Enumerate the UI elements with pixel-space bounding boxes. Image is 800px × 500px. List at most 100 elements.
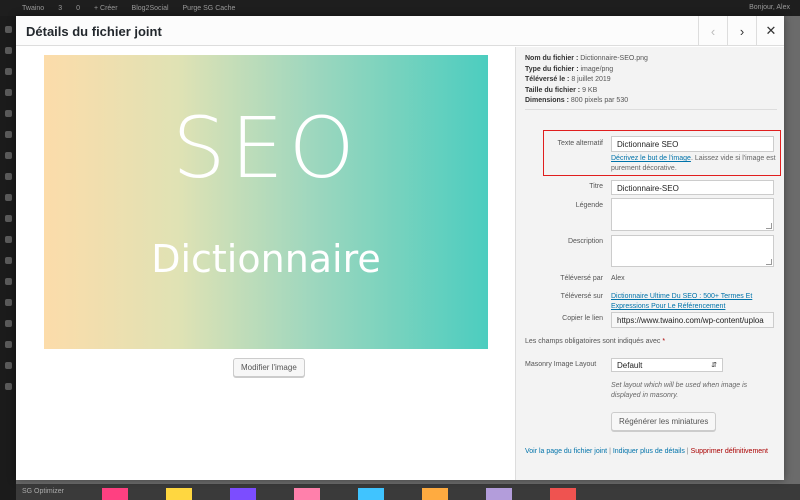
menu-icon[interactable] xyxy=(4,89,12,96)
menu-icon[interactable] xyxy=(4,278,12,285)
alt-text-help: Décrivez le but de l'image. Laissez vide… xyxy=(611,154,776,174)
masonry-help: Set layout which will be used when image… xyxy=(611,382,748,399)
delete-permanently-link[interactable]: Supprimer définitivement xyxy=(691,448,768,455)
media-thumbnail[interactable] xyxy=(229,488,256,500)
menu-icon[interactable] xyxy=(4,110,12,117)
file-details: Nom du fichier : Dictionnaire-SEO.png Ty… xyxy=(525,54,648,107)
uploaded-by-label: Téléversé par xyxy=(560,275,603,282)
file-type-row: Type du fichier : image/png xyxy=(525,65,648,76)
uploaded-date-row: Téléversé le : 8 juillet 2019 xyxy=(525,75,648,86)
file-size-row: Taille du fichier : 9 KB xyxy=(525,86,648,97)
admin-bar: Twaino 3 0 + Créer Blog2Social Purge SG … xyxy=(0,0,800,16)
divider xyxy=(525,109,777,110)
meta-value: image/png xyxy=(580,65,614,73)
modal-header: Détails du fichier joint ‹ › ✕ xyxy=(16,16,784,46)
media-thumbnail[interactable] xyxy=(293,488,320,500)
media-thumbnail[interactable] xyxy=(485,488,512,500)
close-icon: ✕ xyxy=(765,23,777,38)
edit-image-button[interactable]: Modifier l'image xyxy=(233,358,305,377)
attachment-info-sidebar: Nom du fichier : Dictionnaire-SEO.png Ty… xyxy=(515,47,784,480)
admin-bar-comments[interactable]: 0 xyxy=(76,5,80,12)
uploaded-to-container: Dictionnaire Ultime Du SEO : 500+ Termes… xyxy=(611,292,776,312)
uploaded-to-label: Téléversé sur xyxy=(560,293,603,300)
copy-link-label: Copier le lien xyxy=(562,315,603,322)
regenerate-thumbnails-button[interactable]: Régénérer les miniatures xyxy=(611,412,717,431)
description-textarea[interactable] xyxy=(611,235,774,267)
description-label: Description xyxy=(567,238,603,245)
media-thumbnail[interactable] xyxy=(101,488,128,500)
menu-icon[interactable] xyxy=(4,236,12,243)
menu-icon[interactable] xyxy=(4,215,12,222)
menu-icon[interactable] xyxy=(4,173,12,180)
caption-label: Légende xyxy=(575,202,603,209)
uploaded-to-link[interactable]: Dictionnaire Ultime Du SEO : 500+ Termes… xyxy=(611,293,752,310)
meta-value: Dictionnaire-SEO.png xyxy=(580,55,648,62)
image-text-dictionnaire: Dictionnaire xyxy=(151,237,381,281)
menu-icon[interactable] xyxy=(4,26,12,33)
meta-value: 8 juillet 2019 xyxy=(571,76,611,83)
select-arrows-icon: ⇵ xyxy=(711,362,717,369)
image-preview-pane: SEO Dictionnaire Modifier l'image xyxy=(16,47,515,480)
menu-icon[interactable] xyxy=(4,257,12,264)
modal-title: Détails du fichier joint xyxy=(26,24,162,39)
uploaded-by-value: Alex xyxy=(611,275,625,282)
media-grid-strip: SG Optimizer xyxy=(16,484,800,500)
menu-icon[interactable] xyxy=(4,194,12,201)
meta-key: Téléversé le : xyxy=(525,76,570,83)
close-button[interactable]: ✕ xyxy=(756,16,785,46)
title-label: Titre xyxy=(589,183,603,190)
more-details-link[interactable]: Indiquer plus de détails xyxy=(613,448,685,455)
media-thumbnail[interactable] xyxy=(165,488,192,500)
separator: | xyxy=(686,448,689,455)
admin-sidebar xyxy=(0,16,16,500)
alt-text-input[interactable]: Dictionnaire SEO xyxy=(611,136,774,152)
admin-bar-account[interactable]: Bonjour, Alex xyxy=(749,4,790,11)
meta-key: Type du fichier : xyxy=(525,65,579,73)
menu-icon[interactable] xyxy=(4,131,12,138)
separator: | xyxy=(609,448,611,455)
admin-bar-updates[interactable]: 3 xyxy=(58,5,62,12)
attachment-actions: Voir la page du fichier joint | Indiquer… xyxy=(525,448,768,455)
menu-icon[interactable] xyxy=(4,341,12,348)
meta-value: 800 pixels par 530 xyxy=(570,97,629,104)
attachment-image: SEO Dictionnaire xyxy=(44,55,488,349)
previous-button[interactable]: ‹ xyxy=(698,16,727,46)
attachment-details-modal: Détails du fichier joint ‹ › ✕ SEO Dicti… xyxy=(16,16,784,480)
dimensions-row: Dimensions : 800 pixels par 530 xyxy=(525,96,648,107)
alt-text-label: Texte alternatif xyxy=(557,140,603,147)
meta-key: Taille du fichier : xyxy=(525,86,581,94)
masonry-selected-value: Default xyxy=(617,361,643,370)
media-thumbnail[interactable] xyxy=(549,488,576,500)
masonry-label: Masonry Image Layout xyxy=(525,361,597,368)
title-input[interactable]: Dictionnaire-SEO xyxy=(611,180,774,195)
menu-icon[interactable] xyxy=(4,152,12,159)
meta-key: Dimensions : xyxy=(525,97,569,104)
menu-icon[interactable] xyxy=(4,47,12,54)
required-note-text: Les champs obligatoires sont indiqués av… xyxy=(525,338,661,345)
image-text-seo: SEO xyxy=(172,99,360,197)
next-button[interactable]: › xyxy=(727,16,756,46)
chevron-right-icon: › xyxy=(739,23,745,39)
alt-text-help-link[interactable]: Décrivez le but de l'image xyxy=(611,155,691,162)
menu-icon[interactable] xyxy=(4,383,12,390)
sg-optimizer-menu[interactable]: SG Optimizer xyxy=(22,488,64,495)
admin-bar-new[interactable]: + Créer xyxy=(94,5,118,12)
admin-bar-purge-cache[interactable]: Purge SG Cache xyxy=(183,5,236,12)
caption-textarea[interactable] xyxy=(611,198,774,231)
media-thumbnail[interactable] xyxy=(421,488,448,500)
menu-icon[interactable] xyxy=(4,320,12,327)
admin-bar-site[interactable]: Twaino xyxy=(22,5,44,12)
masonry-layout-select[interactable]: Default ⇵ xyxy=(611,358,723,372)
view-attachment-link[interactable]: Voir la page du fichier joint xyxy=(525,448,607,455)
menu-icon[interactable] xyxy=(4,362,12,369)
meta-value: 9 KB xyxy=(582,86,598,94)
menu-icon[interactable] xyxy=(4,68,12,75)
menu-icon[interactable] xyxy=(4,299,12,306)
admin-bar-blog2social[interactable]: Blog2Social xyxy=(132,5,169,12)
file-name-row: Nom du fichier : Dictionnaire-SEO.png xyxy=(525,54,648,65)
media-thumbnail[interactable] xyxy=(357,488,384,500)
copy-link-input[interactable]: https://www.twaino.com/wp-content/uploa xyxy=(611,312,774,328)
required-fields-note: Les champs obligatoires sont indiqués av… xyxy=(525,338,665,345)
meta-key: Nom du fichier : xyxy=(525,55,579,62)
required-star: * xyxy=(662,338,666,345)
